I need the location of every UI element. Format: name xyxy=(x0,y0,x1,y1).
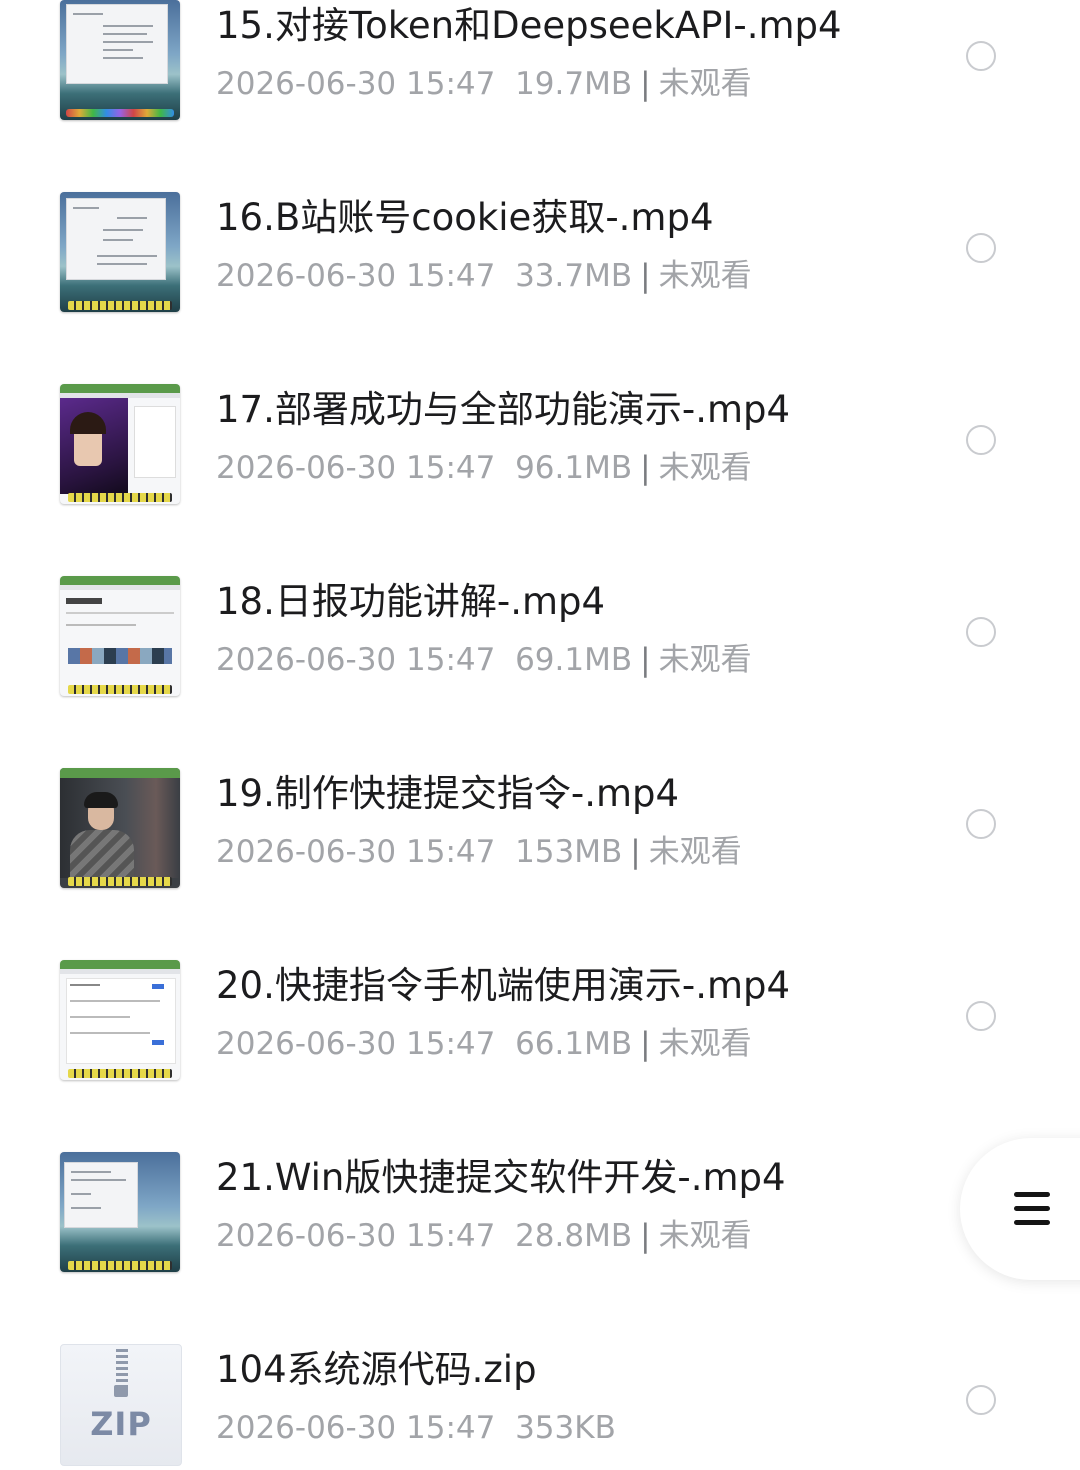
file-name: 15.对接Token和DeepseekAPI-.mp4 xyxy=(216,4,842,47)
file-row[interactable]: 19.制作快捷提交指令-.mp4 2026-06-30 15:47 153MB |… xyxy=(0,768,1080,960)
file-size: 69.1MB xyxy=(515,642,633,678)
file-name: 18.日报功能讲解-.mp4 xyxy=(216,580,606,623)
file-list: 15.对接Token和DeepseekAPI-.mp4 2026-06-30 1… xyxy=(0,0,1080,1470)
watch-status: 未观看 xyxy=(658,66,752,102)
meta-separator: | xyxy=(640,1218,651,1254)
file-size: 353KB xyxy=(515,1410,616,1446)
file-name: 16.B站账号cookie获取-.mp4 xyxy=(216,196,714,239)
select-radio[interactable] xyxy=(966,1385,996,1415)
video-thumbnail-icon xyxy=(60,960,180,1080)
video-thumbnail-icon xyxy=(60,384,180,504)
video-thumbnail-icon xyxy=(60,0,180,120)
file-size: 96.1MB xyxy=(515,450,633,486)
file-meta: 2026-06-30 15:47 19.7MB | 未观看 xyxy=(216,64,752,104)
file-date: 2026-06-30 15:47 xyxy=(216,66,496,102)
file-meta: 2026-06-30 15:47 353KB xyxy=(216,1408,616,1448)
file-size: 66.1MB xyxy=(515,1026,633,1062)
file-size: 19.7MB xyxy=(515,66,633,102)
watch-status: 未观看 xyxy=(658,450,752,486)
file-name: 104系统源代码.zip xyxy=(216,1348,537,1391)
hamburger-menu-icon xyxy=(1014,1192,1050,1226)
watch-status: 未观看 xyxy=(658,1218,752,1254)
meta-separator: | xyxy=(640,450,651,486)
file-date: 2026-06-30 15:47 xyxy=(216,258,496,294)
file-date: 2026-06-30 15:47 xyxy=(216,450,496,486)
watch-status: 未观看 xyxy=(658,258,752,294)
file-date: 2026-06-30 15:47 xyxy=(216,1410,496,1446)
file-meta: 2026-06-30 15:47 96.1MB | 未观看 xyxy=(216,448,752,488)
file-row[interactable]: ZIP 104系统源代码.zip 2026-06-30 15:47 353KB xyxy=(0,1344,1080,1470)
file-meta: 2026-06-30 15:47 153MB | 未观看 xyxy=(216,832,742,872)
watch-status: 未观看 xyxy=(658,642,752,678)
video-thumbnail-icon xyxy=(60,1152,180,1272)
watch-status: 未观看 xyxy=(648,834,742,870)
file-size: 28.8MB xyxy=(515,1218,633,1254)
file-size: 33.7MB xyxy=(515,258,633,294)
file-row[interactable]: 17.部署成功与全部功能演示-.mp4 2026-06-30 15:47 96.… xyxy=(0,384,1080,576)
select-radio[interactable] xyxy=(966,425,996,455)
video-thumbnail-icon xyxy=(60,576,180,696)
file-name: 20.快捷指令手机端使用演示-.mp4 xyxy=(216,964,791,1007)
file-meta: 2026-06-30 15:47 28.8MB | 未观看 xyxy=(216,1216,752,1256)
select-radio[interactable] xyxy=(966,41,996,71)
meta-separator: | xyxy=(630,834,641,870)
file-row[interactable]: 16.B站账号cookie获取-.mp4 2026-06-30 15:47 33… xyxy=(0,192,1080,384)
meta-separator: | xyxy=(640,1026,651,1062)
file-meta: 2026-06-30 15:47 69.1MB | 未观看 xyxy=(216,640,752,680)
file-size: 153MB xyxy=(515,834,623,870)
select-radio[interactable] xyxy=(966,617,996,647)
file-name: 17.部署成功与全部功能演示-.mp4 xyxy=(216,388,791,431)
select-radio[interactable] xyxy=(966,1001,996,1031)
file-name: 19.制作快捷提交指令-.mp4 xyxy=(216,772,680,815)
watch-status: 未观看 xyxy=(658,1026,752,1062)
file-date: 2026-06-30 15:47 xyxy=(216,642,496,678)
video-thumbnail-icon xyxy=(60,768,180,888)
file-meta: 2026-06-30 15:47 66.1MB | 未观看 xyxy=(216,1024,752,1064)
meta-separator: | xyxy=(640,642,651,678)
select-radio[interactable] xyxy=(966,233,996,263)
file-row[interactable]: 15.对接Token和DeepseekAPI-.mp4 2026-06-30 1… xyxy=(0,0,1080,192)
file-row[interactable]: 20.快捷指令手机端使用演示-.mp4 2026-06-30 15:47 66.… xyxy=(0,960,1080,1152)
file-date: 2026-06-30 15:47 xyxy=(216,834,496,870)
zip-label: ZIP xyxy=(90,1405,152,1443)
meta-separator: | xyxy=(640,258,651,294)
file-date: 2026-06-30 15:47 xyxy=(216,1218,496,1254)
meta-separator: | xyxy=(640,66,651,102)
file-row[interactable]: 21.Win版快捷提交软件开发-.mp4 2026-06-30 15:47 28… xyxy=(0,1152,1080,1344)
file-date: 2026-06-30 15:47 xyxy=(216,1026,496,1062)
file-row[interactable]: 18.日报功能讲解-.mp4 2026-06-30 15:47 69.1MB | 未… xyxy=(0,576,1080,768)
zip-file-icon: ZIP xyxy=(60,1344,182,1466)
file-name: 21.Win版快捷提交软件开发-.mp4 xyxy=(216,1156,786,1199)
video-thumbnail-icon xyxy=(60,192,180,312)
select-radio[interactable] xyxy=(966,809,996,839)
file-meta: 2026-06-30 15:47 33.7MB | 未观看 xyxy=(216,256,752,296)
